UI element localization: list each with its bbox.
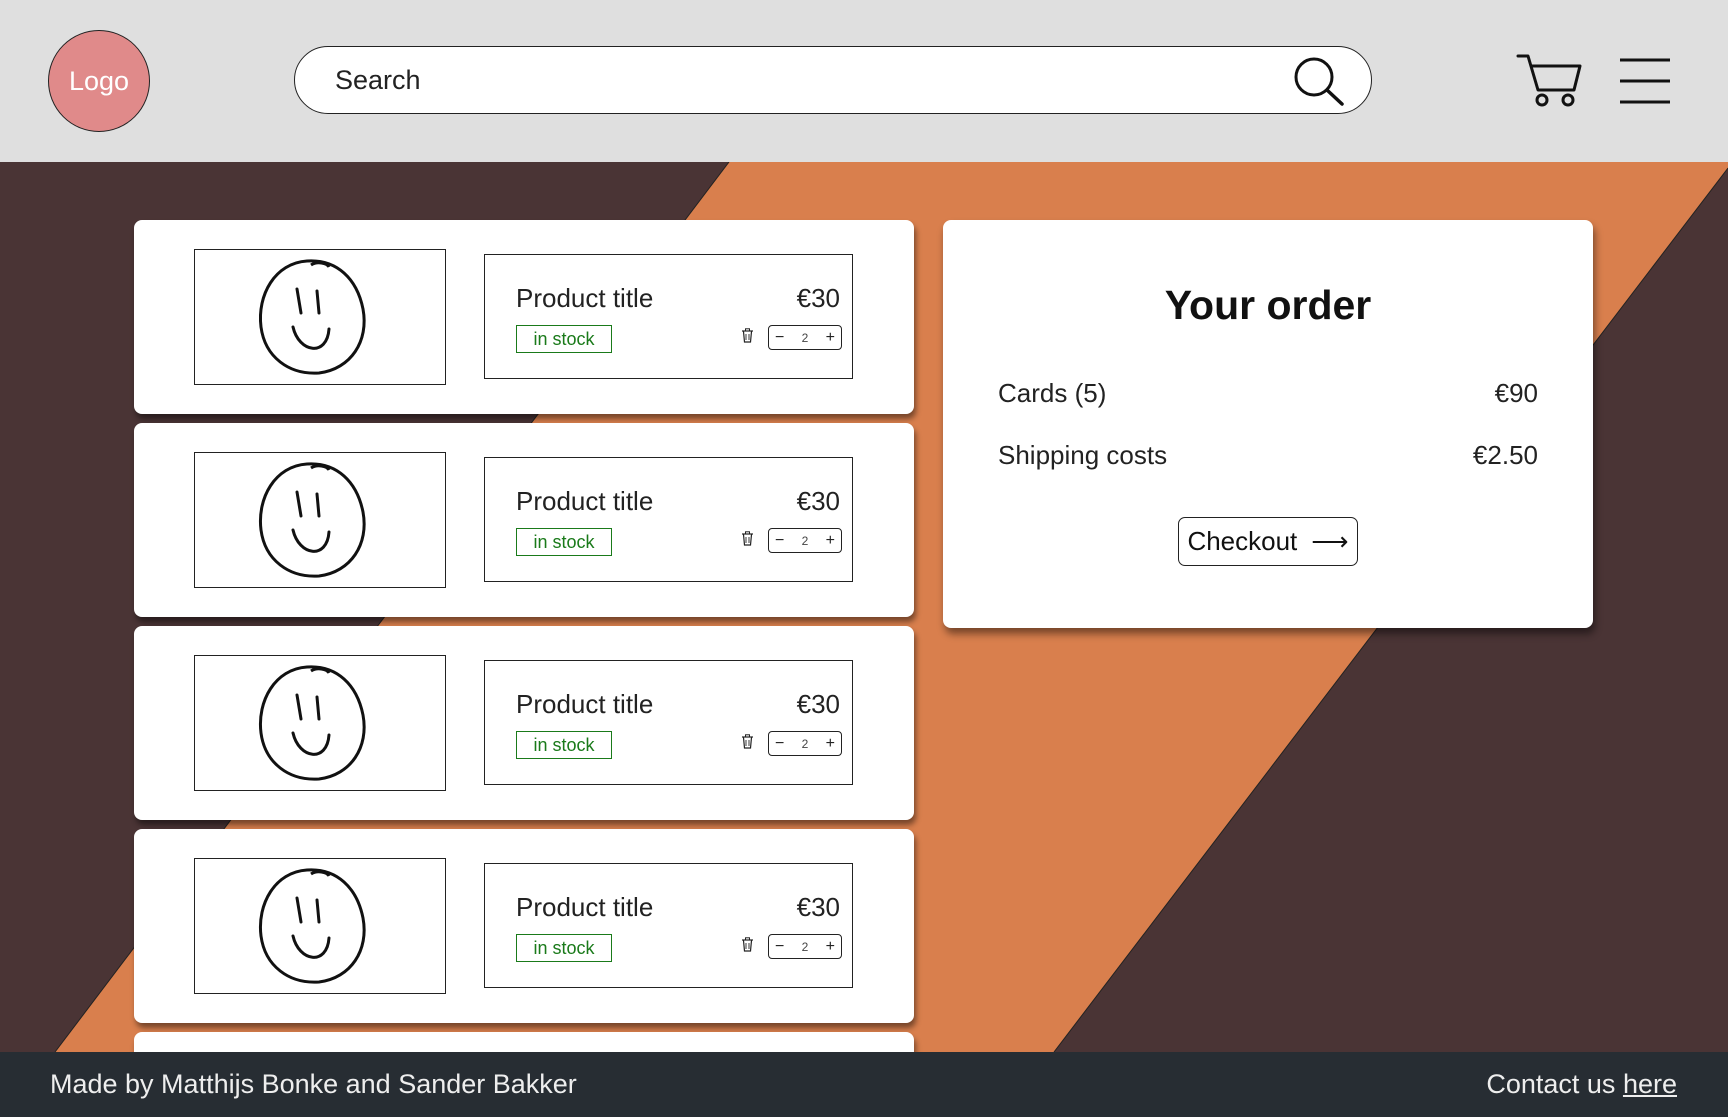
increase-button[interactable]: + bbox=[826, 735, 835, 752]
product-card: Product title €30 in stock − 2 + bbox=[134, 829, 914, 1023]
trash-icon[interactable] bbox=[741, 734, 754, 749]
quantity-stepper[interactable]: − 2 + bbox=[768, 731, 842, 756]
footer-contact: Contact us here bbox=[1486, 1069, 1677, 1100]
increase-button[interactable]: + bbox=[826, 532, 835, 549]
quantity-value: 2 bbox=[801, 533, 809, 548]
product-price: €30 bbox=[796, 892, 840, 922]
items-label: Cards (5) bbox=[998, 378, 1107, 408]
checkout-button[interactable]: Checkout ⟶ bbox=[1178, 517, 1358, 566]
product-image bbox=[194, 249, 446, 385]
product-price: €30 bbox=[796, 486, 840, 516]
quantity-value: 2 bbox=[801, 330, 809, 345]
product-image bbox=[194, 655, 446, 791]
trash-icon[interactable] bbox=[741, 328, 754, 343]
contact-link[interactable]: here bbox=[1623, 1069, 1677, 1099]
quantity-value: 2 bbox=[801, 939, 809, 954]
logo-label: Logo bbox=[68, 65, 130, 96]
order-summary: Your order Cards (5) €90 Shipping costs … bbox=[943, 220, 1593, 628]
product-card: Product title €30 in stock − 2 + bbox=[134, 423, 914, 617]
product-title[interactable]: Product title bbox=[516, 486, 653, 517]
quantity-stepper[interactable]: − 2 + bbox=[768, 934, 842, 959]
stock-badge: in stock bbox=[516, 934, 612, 962]
product-image bbox=[194, 858, 446, 994]
product-card: Product title €30 in stock − 2 + bbox=[134, 220, 914, 414]
product-title[interactable]: Product title bbox=[516, 283, 653, 314]
product-info: Product title €30 in stock − 2 + bbox=[484, 457, 853, 582]
increase-button[interactable]: + bbox=[826, 329, 835, 346]
quantity-value: 2 bbox=[801, 736, 809, 751]
order-title: Your order bbox=[1164, 282, 1372, 328]
stock-badge: in stock bbox=[516, 325, 612, 353]
product-card: Product title €30 in stock − 2 + bbox=[134, 626, 914, 820]
decrease-button[interactable]: − bbox=[775, 329, 784, 346]
trash-icon[interactable] bbox=[741, 531, 754, 546]
smiley-placeholder-icon bbox=[258, 462, 366, 578]
quantity-stepper[interactable]: − 2 + bbox=[768, 325, 842, 350]
product-info: Product title €30 in stock − 2 + bbox=[484, 254, 853, 379]
product-image bbox=[194, 452, 446, 588]
product-price: €30 bbox=[796, 689, 840, 719]
cart-icon[interactable] bbox=[1516, 52, 1582, 108]
items-value: €90 bbox=[1494, 378, 1538, 408]
decrease-button[interactable]: − bbox=[775, 938, 784, 955]
search-icon[interactable] bbox=[1293, 56, 1345, 106]
contact-prefix: Contact us bbox=[1486, 1069, 1616, 1099]
product-title[interactable]: Product title bbox=[516, 689, 653, 720]
smiley-placeholder-icon bbox=[258, 868, 366, 984]
shipping-label: Shipping costs bbox=[998, 440, 1168, 470]
footer-credit: Made by Matthijs Bonke and Sander Bakker bbox=[50, 1069, 577, 1099]
menu-icon[interactable] bbox=[1618, 56, 1672, 106]
shipping-value: €2.50 bbox=[1472, 440, 1538, 470]
search-input[interactable] bbox=[335, 64, 1235, 96]
order-items-row: Cards (5) €90 bbox=[998, 378, 1538, 409]
smiley-placeholder-icon bbox=[258, 259, 366, 375]
checkout-label: Checkout bbox=[1187, 526, 1298, 556]
quantity-stepper[interactable]: − 2 + bbox=[768, 528, 842, 553]
product-price: €30 bbox=[796, 283, 840, 313]
product-info: Product title €30 in stock − 2 + bbox=[484, 863, 853, 988]
increase-button[interactable]: + bbox=[826, 938, 835, 955]
smiley-placeholder-icon bbox=[258, 665, 366, 781]
arrow-right-icon: ⟶ bbox=[1311, 526, 1349, 556]
stock-badge: in stock bbox=[516, 731, 612, 759]
footer: Made by Matthijs Bonke and Sander Bakker… bbox=[0, 1052, 1728, 1117]
search-bar[interactable] bbox=[294, 46, 1372, 114]
product-title[interactable]: Product title bbox=[516, 892, 653, 923]
top-header: Logo bbox=[0, 0, 1728, 162]
logo[interactable]: Logo bbox=[48, 30, 150, 132]
stock-badge: in stock bbox=[516, 528, 612, 556]
decrease-button[interactable]: − bbox=[775, 532, 784, 549]
trash-icon[interactable] bbox=[741, 937, 754, 952]
shipping-row: Shipping costs €2.50 bbox=[998, 440, 1538, 471]
decrease-button[interactable]: − bbox=[775, 735, 784, 752]
product-info: Product title €30 in stock − 2 + bbox=[484, 660, 853, 785]
